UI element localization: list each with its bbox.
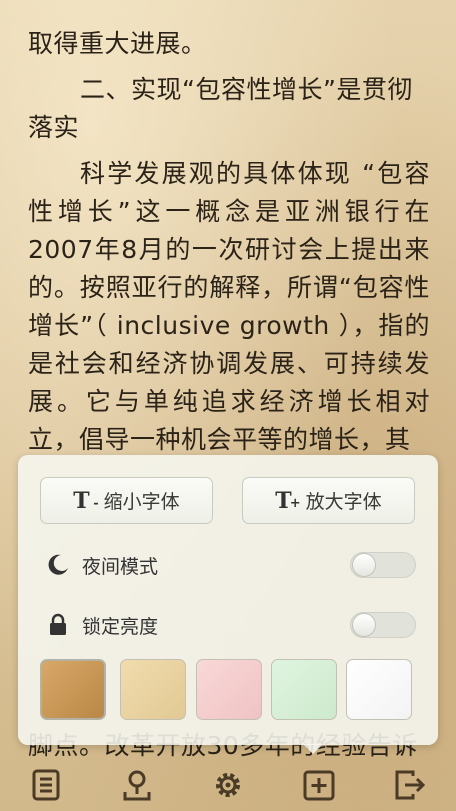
theme-swatch-parchment-light[interactable] xyxy=(120,659,186,720)
exit-button[interactable] xyxy=(390,765,430,805)
bookmark-button[interactable] xyxy=(117,765,157,805)
lock-icon xyxy=(50,613,66,635)
night-mode-label: 夜间模式 xyxy=(82,555,159,578)
add-button[interactable] xyxy=(299,765,339,805)
text-line-prev: 取得重大进展。 xyxy=(28,29,207,58)
night-mode-toggle[interactable] xyxy=(350,552,416,578)
theme-swatch-green[interactable] xyxy=(271,659,337,720)
moon-icon xyxy=(48,554,68,575)
panel-pointer xyxy=(303,744,323,754)
list-icon xyxy=(32,769,60,800)
enlarge-font-label: 放大字体 xyxy=(305,491,382,513)
reading-text: 取得重大进展。 二、实现“包容性增长”是贯彻落实 科学发展观的具体体现 “包容性… xyxy=(28,25,430,467)
reader-settings-panel: T- 缩小字体 T + 放大字体 夜间模式 锁定亮度 xyxy=(18,455,438,745)
lock-brightness-toggle[interactable] xyxy=(350,612,416,638)
toggle-knob xyxy=(352,553,376,577)
lock-brightness-label: 锁定亮度 xyxy=(82,615,159,638)
toggle-knob xyxy=(352,613,376,637)
settings-button[interactable] xyxy=(208,765,248,805)
exit-icon xyxy=(395,770,426,799)
text-paragraph: 科学发展观的具体体现 “包容性增长”这一概念是亚洲银行在2007年8月的一次研讨… xyxy=(28,159,430,454)
theme-swatch-parchment-dark[interactable] xyxy=(40,659,106,720)
font-enlarge-icon: T + xyxy=(275,487,301,514)
lock-brightness-row: 锁定亮度 xyxy=(46,605,416,645)
shrink-font-button[interactable]: T- 缩小字体 xyxy=(40,477,213,524)
section-heading: 二、实现“包容性增长”是贯彻落实 xyxy=(28,75,413,142)
table-of-contents-button[interactable] xyxy=(26,765,66,805)
add-box-icon xyxy=(303,770,335,800)
theme-swatch-white[interactable] xyxy=(346,659,412,720)
shrink-font-label: 缩小字体 xyxy=(103,491,180,513)
font-shrink-icon: T- xyxy=(73,487,99,514)
bookmark-pin-icon xyxy=(123,770,151,800)
bottom-toolbar xyxy=(0,758,456,811)
gear-icon xyxy=(215,772,240,797)
enlarge-font-button[interactable]: T + 放大字体 xyxy=(242,477,415,524)
theme-swatch-pink[interactable] xyxy=(196,659,262,720)
night-mode-row: 夜间模式 xyxy=(46,545,416,585)
